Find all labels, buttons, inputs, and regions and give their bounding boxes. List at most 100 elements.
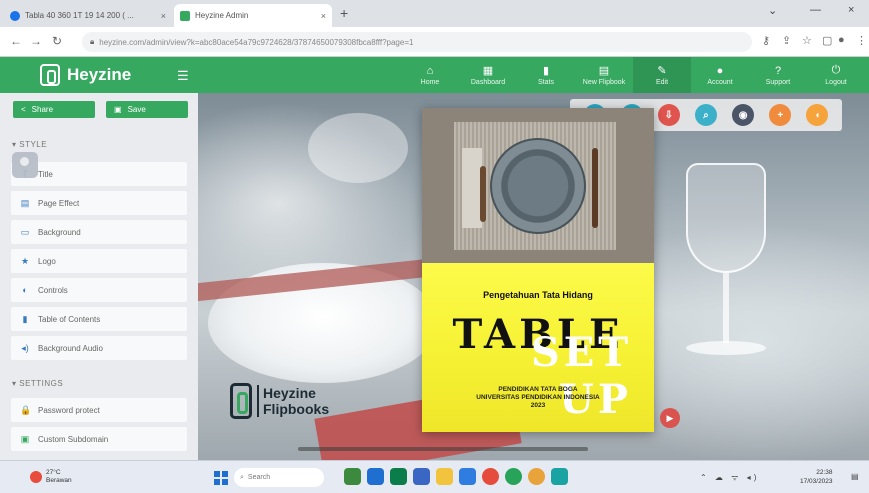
sidebar-item-label: Background Audio — [38, 343, 103, 353]
nav-edit[interactable]: ✎ Edit — [633, 57, 691, 93]
nav-label: Edit — [655, 79, 669, 86]
zoom-icon[interactable]: + — [769, 104, 792, 126]
system-tray-icons[interactable]: ⌃ ☁ ᯤ ◂) — [700, 472, 759, 483]
sidebar-item-label: Logo — [38, 256, 56, 266]
home-icon: ⌂ — [426, 64, 434, 77]
new-tab-button[interactable]: + — [340, 5, 348, 21]
file-explorer-icon[interactable] — [436, 468, 453, 485]
style-section-header[interactable]: ▾ STYLE — [12, 140, 47, 149]
nav-dashboard[interactable]: ▦ Dashboard — [459, 57, 517, 93]
browser-menu-icon[interactable]: ⋮ — [856, 34, 867, 47]
page-progress-bar[interactable] — [298, 447, 588, 451]
notification-icon[interactable]: ▤ — [851, 472, 859, 481]
tab-title: Tabla 40 360 1T 19 14 200 ( ... — [25, 11, 134, 20]
heyzine-logo[interactable]: Heyzine — [40, 64, 131, 86]
close-tab-icon[interactable]: × — [161, 11, 166, 21]
windows-start-icon[interactable] — [214, 471, 228, 485]
star-icon: ★ — [20, 255, 30, 266]
minimize-window-button[interactable]: ⌄ — [768, 4, 777, 17]
next-page-arrow-icon[interactable]: ▶ — [660, 408, 680, 428]
settings-section-header[interactable]: ▾ SETTINGS — [12, 379, 63, 388]
nav-stats[interactable]: ▮ Stats — [517, 57, 575, 93]
search-icon[interactable]: ⌕ — [694, 104, 717, 126]
bookmark-star-icon[interactable]: ☆ — [802, 34, 812, 47]
edit-icon: ✎ — [657, 65, 667, 77]
share-icon: < — [21, 105, 26, 114]
search-icon: ⌕ — [240, 473, 244, 481]
close-tab-icon[interactable]: × — [321, 11, 326, 21]
speaker-icon: ◂) — [21, 342, 29, 353]
save-button[interactable]: ▣ Save — [106, 101, 188, 118]
heyzine-logo-icon — [40, 64, 60, 86]
app-icon[interactable] — [505, 468, 522, 485]
nav-label: Home — [420, 78, 440, 86]
side-panel-icon[interactable]: ▢ — [822, 34, 832, 47]
forward-arrow-icon[interactable]: → — [30, 34, 42, 48]
back-arrow-icon[interactable]: ← — [10, 34, 22, 48]
sidebar-item-label: Custom Subdomain — [38, 434, 109, 444]
address-bar[interactable]: 🔒︎ heyzine.com/admin/view?k=abc80ace54a7… — [82, 32, 752, 52]
profile-avatar[interactable]: ● — [838, 34, 845, 46]
sidebar-item-background-audio[interactable]: ◂) Background Audio — [11, 336, 187, 360]
share-icon[interactable]: ⇪ — [782, 34, 791, 47]
app-icon[interactable] — [459, 468, 476, 485]
user-avatar-icon[interactable] — [12, 152, 38, 178]
download-icon[interactable]: ⇩ — [657, 104, 680, 126]
system-clock[interactable]: 22:38 17/03/2023 — [800, 468, 833, 486]
chrome-icon[interactable] — [528, 468, 545, 485]
nav-account[interactable]: ● Account — [691, 57, 749, 93]
weather-widget[interactable]: 27°C Berawan — [30, 469, 72, 485]
sidebar-item-table-of-contents[interactable]: ▮ Table of Contents — [11, 307, 187, 331]
clock-date: 17/03/2023 — [800, 478, 833, 485]
sidebar-item-background[interactable]: ▭ Background — [11, 220, 187, 244]
plate-image — [490, 138, 586, 234]
app-icon[interactable] — [344, 468, 361, 485]
account-icon: ● — [716, 64, 724, 77]
weather-icon — [30, 471, 42, 483]
maximize-window-button[interactable]: — — [810, 4, 821, 16]
app-icon[interactable] — [413, 468, 430, 485]
fork-image — [480, 166, 486, 222]
lock-icon: 🔒︎ — [90, 37, 95, 46]
browser-tab-active[interactable]: Heyzine Admin × — [174, 4, 332, 27]
sidebar-item-label: Background — [38, 227, 81, 237]
save-icon: ▣ — [114, 105, 122, 114]
key-icon[interactable]: ⚷ — [762, 34, 770, 47]
nav-new-flipbook[interactable]: ▤ New Flipbook — [575, 57, 633, 93]
sound-icon[interactable]: ◖ — [806, 104, 829, 126]
cover-subtitle: Pengetahuan Tata Hidang — [483, 290, 593, 300]
app-icon[interactable] — [367, 468, 384, 485]
nav-support[interactable]: ? Support — [749, 57, 807, 93]
brand-name: Heyzine — [67, 65, 132, 84]
share-button[interactable]: < Share — [13, 101, 95, 118]
sidebar-item-custom-subdomain[interactable]: ▣ Custom Subdomain — [11, 427, 187, 451]
close-window-button[interactable]: × — [848, 4, 854, 16]
nav-label: Dashboard — [470, 79, 506, 86]
nav-label: New Flipbook — [582, 79, 626, 86]
thumbnails-icon[interactable]: ◉ — [732, 104, 755, 126]
year-text: 2023 — [530, 402, 546, 409]
heyzine-watermark: Heyzine Flipbooks — [230, 383, 329, 419]
sidebar-item-logo[interactable]: ★ Logo — [11, 249, 187, 273]
browser-tab[interactable]: Tabla 40 360 1T 19 14 200 ( ... × — [4, 4, 172, 27]
nav-label: Account — [707, 78, 733, 86]
hamburger-menu-icon[interactable]: ☰ — [177, 68, 189, 84]
nav-logout[interactable]: ⏻ Logout — [807, 57, 865, 93]
chrome-icon[interactable] — [482, 468, 499, 485]
taskbar-search[interactable]: ⌕ Search — [234, 468, 324, 487]
sidebar-item-label: Password protect — [38, 405, 100, 415]
sidebar-item-page-effect[interactable]: ▤ Page Effect — [11, 191, 187, 215]
flipbook-cover-page[interactable]: Pengetahuan Tata Hidang TABLE SET UP PEN… — [422, 108, 654, 432]
sidebar-item-controls[interactable]: ◐ Controls — [11, 278, 187, 302]
reload-icon[interactable]: ↻ — [52, 34, 62, 48]
bookmark-icon: ▮ — [22, 313, 28, 324]
tab-title: Heyzine Admin — [195, 11, 249, 20]
nav-home[interactable]: ⌂ Home — [401, 57, 459, 93]
domain-icon: ▣ — [20, 433, 30, 444]
app-icon[interactable] — [390, 468, 407, 485]
glass-stem — [723, 273, 729, 343]
nav-label: Support — [765, 78, 791, 86]
sidebar-item-password-protect[interactable]: 🔒 Password protect — [11, 398, 187, 422]
app-icon[interactable] — [551, 468, 568, 485]
page-effect-icon: ▤ — [20, 197, 30, 208]
